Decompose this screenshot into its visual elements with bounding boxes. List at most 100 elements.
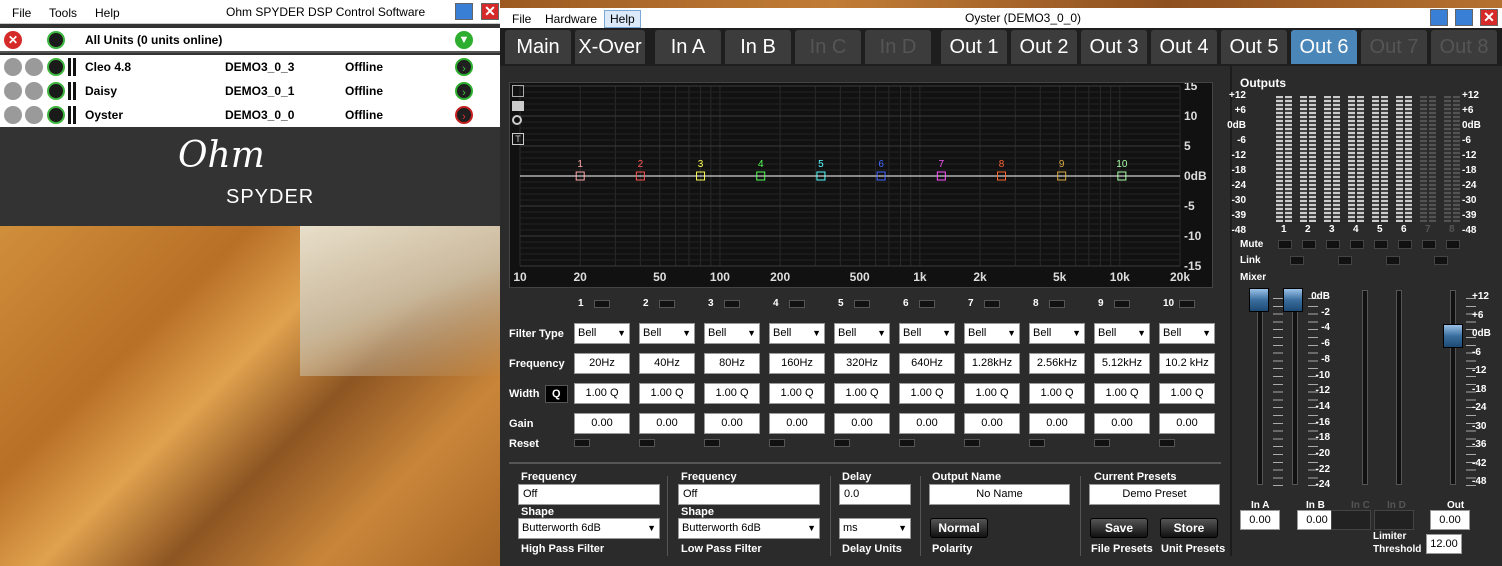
identify-icon[interactable] [25, 82, 43, 100]
all-units-row[interactable]: ✕ All Units (0 units online) ▼ [0, 28, 500, 53]
power-icon[interactable] [47, 31, 65, 49]
save-button[interactable]: Save [1090, 518, 1148, 538]
remove-icon[interactable]: ✕ [4, 31, 22, 49]
band-enable-led[interactable] [1049, 300, 1065, 308]
mixer-fader-track[interactable] [1396, 290, 1402, 485]
link-button[interactable] [1386, 256, 1400, 265]
band-reset-led[interactable] [1029, 439, 1045, 447]
menu-file[interactable]: File [12, 6, 31, 20]
band-gain-input[interactable]: 0.00 [704, 413, 760, 434]
unit-row[interactable]: Cleo 4.8 DEMO3_0_3 Offline › [0, 55, 500, 79]
link-button[interactable] [1338, 256, 1352, 265]
remove-icon[interactable] [4, 82, 22, 100]
band-reset-led[interactable] [834, 439, 850, 447]
pause-icon[interactable] [68, 106, 76, 124]
band-frequency-input[interactable]: 320Hz [834, 353, 890, 374]
camera-icon[interactable] [512, 101, 524, 111]
tab-in-a[interactable]: In A [655, 30, 721, 64]
mute-button[interactable] [1350, 240, 1364, 249]
expand-icon[interactable]: ▼ [455, 31, 473, 49]
band-gain-input[interactable]: 0.00 [964, 413, 1020, 434]
band-reset-led[interactable] [704, 439, 720, 447]
hp-shape-select[interactable]: Butterworth 6dB [518, 518, 660, 539]
width-mode-button[interactable]: Q [545, 385, 568, 403]
band-filter-type-select[interactable]: Bell [769, 323, 825, 344]
mute-button[interactable] [1398, 240, 1412, 249]
band-enable-led[interactable] [854, 300, 870, 308]
remove-icon[interactable] [4, 58, 22, 76]
band-filter-type-select[interactable]: Bell [964, 323, 1020, 344]
edit-icon[interactable] [1430, 9, 1448, 26]
remove-icon[interactable] [4, 106, 22, 124]
band-frequency-input[interactable]: 1.28kHz [964, 353, 1020, 374]
band-filter-type-select[interactable]: Bell [1159, 323, 1215, 344]
band-enable-led[interactable] [789, 300, 805, 308]
edit-alt-icon[interactable] [1455, 9, 1473, 26]
lp-frequency-input[interactable]: Off [678, 484, 820, 505]
store-button[interactable]: Store [1160, 518, 1218, 538]
tab-in-b[interactable]: In B [725, 30, 791, 64]
tab-out-5[interactable]: Out 5 [1221, 30, 1287, 64]
mixer-fader-track[interactable] [1362, 290, 1368, 485]
close-icon[interactable]: ✕ [481, 3, 499, 20]
delay-units-select[interactable]: ms [839, 518, 911, 539]
tab-out-6[interactable]: Out 6 [1291, 30, 1357, 64]
mute-button[interactable] [1446, 240, 1460, 249]
unit-row[interactable]: Daisy DEMO3_0_1 Offline › [0, 79, 500, 103]
band-q-input[interactable]: 1.00 Q [769, 383, 825, 404]
band-q-input[interactable]: 1.00 Q [834, 383, 890, 404]
band-frequency-input[interactable]: 5.12kHz [1094, 353, 1150, 374]
band-gain-input[interactable]: 0.00 [1094, 413, 1150, 434]
menu-help[interactable]: Help [604, 10, 641, 28]
link-button[interactable] [1434, 256, 1448, 265]
pan-icon[interactable] [512, 85, 524, 97]
power-icon[interactable] [47, 106, 65, 124]
close-icon[interactable]: ✕ [1480, 9, 1498, 26]
mute-button[interactable] [1374, 240, 1388, 249]
in-a-fader-knob[interactable] [1249, 288, 1269, 312]
mute-button[interactable] [1422, 240, 1436, 249]
band-frequency-input[interactable]: 10.2 kHz [1159, 353, 1215, 374]
out-fader-knob[interactable] [1443, 324, 1463, 348]
delay-input[interactable]: 0.0 [839, 484, 911, 505]
band-gain-input[interactable]: 0.00 [834, 413, 890, 434]
edit-icon[interactable] [455, 3, 473, 20]
band-reset-led[interactable] [639, 439, 655, 447]
text-icon[interactable]: T [512, 133, 524, 145]
tab-out-2[interactable]: Out 2 [1011, 30, 1077, 64]
identify-icon[interactable] [25, 106, 43, 124]
hp-frequency-input[interactable]: Off [518, 484, 660, 505]
band-gain-input[interactable]: 0.00 [574, 413, 630, 434]
band-gain-input[interactable]: 0.00 [1029, 413, 1085, 434]
band-enable-led[interactable] [1179, 300, 1195, 308]
eq-response-graph[interactable]: 10 20 50 100 200 500 1k 2k 5k 10k 20k 15 10 5 0dB -5 -10… [509, 79, 1213, 288]
menu-hardware[interactable]: Hardware [545, 12, 597, 26]
pause-icon[interactable] [68, 58, 76, 76]
mixer-fader-track[interactable] [1257, 290, 1263, 485]
band-gain-input[interactable]: 0.00 [769, 413, 825, 434]
band-q-input[interactable]: 1.00 Q [574, 383, 630, 404]
mixer-value-input[interactable]: 0.00 [1240, 510, 1280, 530]
band-filter-type-select[interactable]: Bell [1029, 323, 1085, 344]
band-enable-led[interactable] [984, 300, 1000, 308]
band-q-input[interactable]: 1.00 Q [704, 383, 760, 404]
band-gain-input[interactable]: 0.00 [639, 413, 695, 434]
limiter-threshold-input[interactable]: 12.00 [1426, 534, 1462, 554]
band-filter-type-select[interactable]: Bell [574, 323, 630, 344]
power-icon[interactable] [47, 82, 65, 100]
tab-out-3[interactable]: Out 3 [1081, 30, 1147, 64]
tab-main[interactable]: Main [505, 30, 571, 64]
band-q-input[interactable]: 1.00 Q [899, 383, 955, 404]
open-unit-icon[interactable]: › [455, 58, 473, 76]
power-icon[interactable] [47, 58, 65, 76]
band-filter-type-select[interactable]: Bell [834, 323, 890, 344]
band-q-input[interactable]: 1.00 Q [1029, 383, 1085, 404]
polarity-button[interactable]: Normal [930, 518, 988, 538]
band-filter-type-select[interactable]: Bell [899, 323, 955, 344]
band-enable-led[interactable] [594, 300, 610, 308]
zoom-icon[interactable] [512, 115, 522, 125]
band-reset-led[interactable] [964, 439, 980, 447]
band-reset-led[interactable] [574, 439, 590, 447]
band-reset-led[interactable] [1094, 439, 1110, 447]
output-name-input[interactable]: No Name [929, 484, 1070, 505]
